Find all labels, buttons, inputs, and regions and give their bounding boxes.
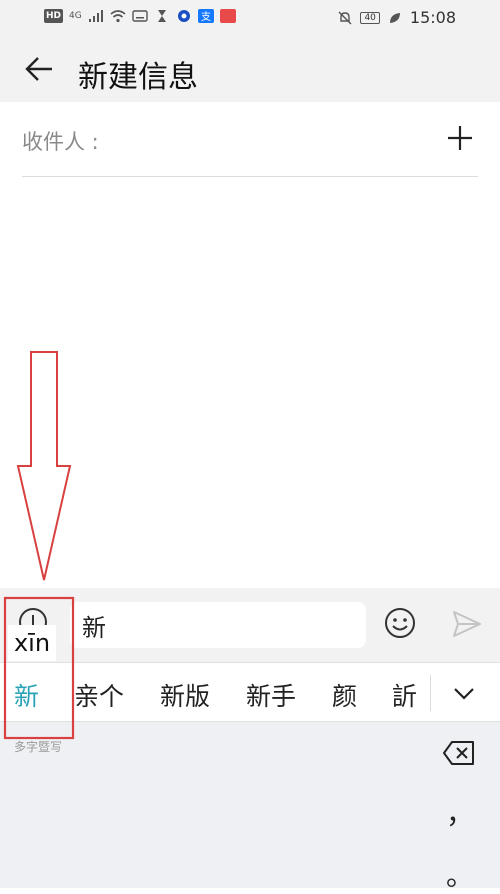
candidate-6[interactable]: 訢 (392, 677, 417, 713)
chevron-down-icon[interactable] (452, 681, 476, 705)
mute-bell-icon (338, 11, 352, 24)
comma-key[interactable]: ， (446, 792, 474, 832)
candidate-2[interactable]: 亲个 (74, 677, 124, 713)
status-bar: HD 4G 支 40 15:08 (0, 0, 500, 38)
recipient-label: 收件人 : (22, 130, 99, 154)
candidate-3[interactable]: 新版 (160, 677, 210, 713)
add-recipient-icon[interactable] (446, 124, 474, 152)
back-arrow-icon[interactable] (24, 54, 54, 84)
message-input[interactable] (70, 602, 366, 648)
compose-bar (0, 588, 500, 662)
leaf-icon (389, 12, 400, 23)
handwriting-hint: 多字暨写 (14, 740, 63, 754)
status-left-icons: HD 4G 支 (44, 9, 236, 23)
keyboard-status-icon (132, 10, 148, 22)
annotation-down-arrow (16, 351, 72, 581)
emoji-icon[interactable] (384, 607, 416, 639)
send-icon[interactable] (452, 610, 482, 638)
circle-app-icon (177, 10, 190, 22)
period-key[interactable]: 。 (446, 854, 474, 894)
hourglass-icon (157, 10, 166, 22)
candidate-1[interactable]: 新 (14, 677, 39, 713)
pinyin-composition: xīn (8, 625, 56, 661)
wifi-icon (110, 10, 126, 23)
candidate-5[interactable]: 颜 (332, 677, 357, 713)
backspace-icon[interactable] (442, 740, 476, 766)
candidate-4[interactable]: 新手 (246, 677, 296, 713)
page-title: 新建信息 (78, 60, 198, 95)
hd-badge: HD (44, 9, 64, 23)
network-type: 4G (69, 11, 82, 21)
clock: 15:08 (409, 8, 456, 27)
ime-keyboard: 多字暨写 ， 。 (0, 722, 500, 892)
status-right-icons: 40 15:08 (337, 8, 456, 27)
alipay-icon: 支 (197, 9, 214, 23)
candidate-divider (430, 675, 431, 711)
ime-candidate-bar: 新 亲个 新版 新手 颜 訢 (0, 662, 500, 722)
red-app-icon (219, 9, 236, 23)
signal-icon (88, 10, 103, 22)
recipient-field[interactable]: 收件人 : (22, 102, 478, 177)
svg-text:支: 支 (201, 11, 211, 23)
battery-indicator: 40 (360, 11, 380, 24)
app-header: 新建信息 (0, 38, 500, 102)
